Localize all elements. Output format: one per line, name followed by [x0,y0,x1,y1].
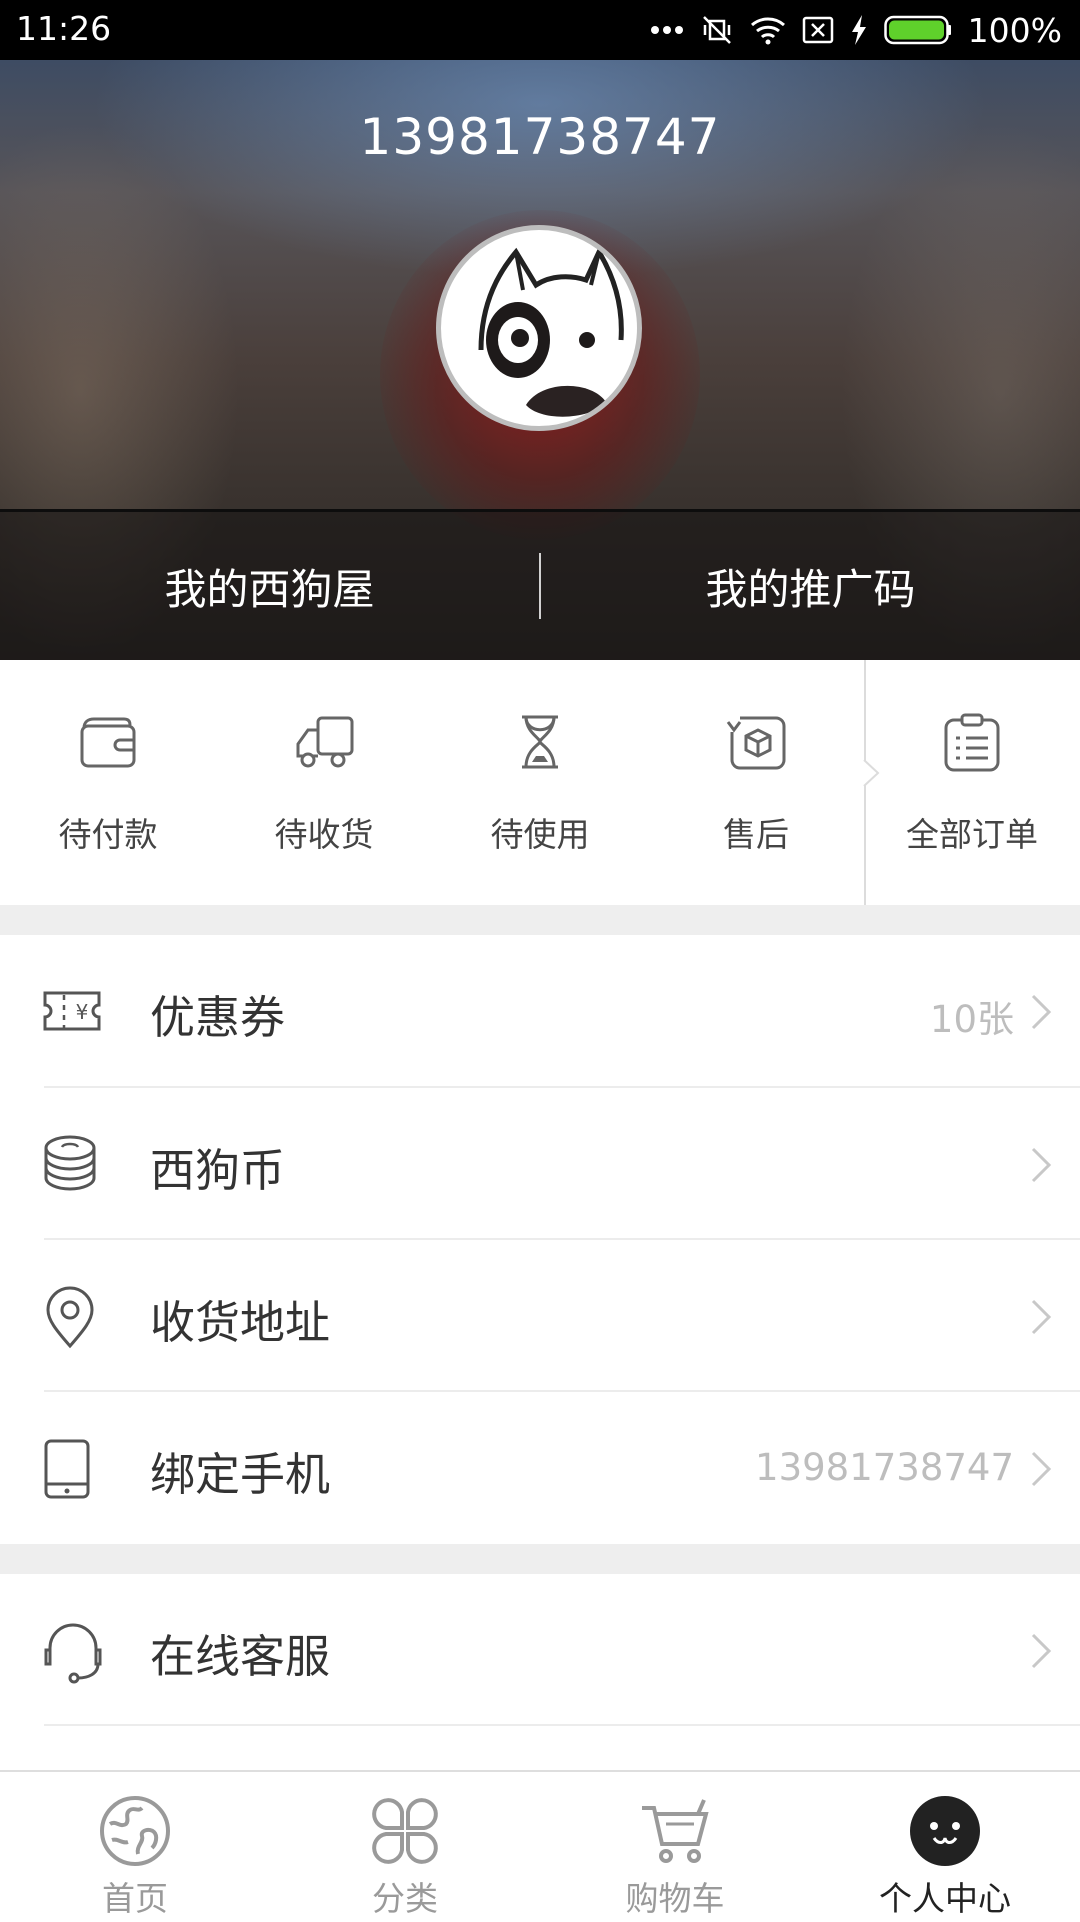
order-label: 售后 [723,815,789,854]
profile-face-icon [910,1796,980,1866]
return-box-icon [726,716,786,770]
chevron-right-icon [1031,1147,1052,1183]
order-pending-payment[interactable]: 待付款 [0,660,216,905]
mobile-phone-icon [44,1439,90,1499]
status-bar: 11:26 100% [0,0,1080,60]
bound-phone-number: 13981738747 [755,1446,1014,1489]
tab-cart[interactable]: 购物车 [540,1772,810,1922]
tab-label: 首页 [102,1879,168,1918]
order-after-sales[interactable]: 售后 [648,660,864,905]
tab-label: 个人中心 [879,1879,1011,1918]
row-divider [44,1724,1080,1726]
row-label: 在线客服 [150,1630,331,1683]
order-label: 全部订单 [906,815,1038,854]
hourglass-icon [522,715,558,769]
menu-row-address[interactable]: 收货地址 [0,1240,1080,1392]
status-time: 11:26 [16,9,112,48]
svg-text:¥: ¥ [76,1000,89,1024]
battery-percent: 100% [967,10,1062,50]
order-label: 待收货 [274,815,374,854]
charging-bolt-icon [851,15,866,45]
section-gap [0,905,1080,935]
globe-icon [100,1796,170,1866]
vibrate-mute-icon [702,16,731,44]
chevron-right-icon [1031,1299,1052,1335]
no-sim-icon [802,16,833,44]
orders-strip: 待付款 待收货 待使用 售后 全部订单 [0,660,1080,905]
user-phone-title: 13981738747 [359,108,721,166]
bottom-tab-bar: 首页 分类 购物车 个人中心 [0,1770,1080,1920]
coins-icon [44,1135,96,1191]
category-grid-icon [372,1798,438,1864]
row-label: 收货地址 [150,1296,331,1349]
order-list-icon [944,713,1000,772]
tab-label: 购物车 [625,1879,725,1918]
menu-row-bind-phone[interactable]: 绑定手机 13981738747 [0,1392,1080,1544]
chevron-right-icon [1031,1633,1052,1669]
row-label: 西狗币 [150,1144,286,1197]
battery-icon [883,15,951,45]
tab-home[interactable]: 首页 [0,1772,270,1922]
tab-category[interactable]: 分类 [270,1772,540,1922]
my-promo-code-link[interactable]: 我的推广码 [541,556,1080,617]
tab-label: 分类 [372,1879,438,1918]
my-doghouse-link[interactable]: 我的西狗屋 [0,556,539,617]
location-pin-icon [46,1286,94,1349]
chevron-right-icon [1031,1451,1052,1487]
avatar[interactable] [436,225,642,431]
more-dots-icon [650,26,683,34]
dog-avatar-icon [478,246,624,417]
order-all[interactable]: 全部订单 [864,660,1080,905]
tab-profile[interactable]: 个人中心 [810,1772,1080,1922]
wallet-icon [80,717,136,768]
chevron-right-icon [1031,994,1052,1030]
menu-row-coupons[interactable]: ¥ 优惠券 10张 [0,935,1080,1087]
order-label: 待付款 [58,815,158,854]
wifi-icon [750,17,785,45]
order-pending-receipt[interactable]: 待收货 [216,660,432,905]
headset-icon [44,1623,102,1684]
cart-icon [642,1799,709,1863]
coupon-icon: ¥ [43,991,101,1031]
coupon-count: 10张 [929,998,1014,1041]
row-label: 绑定手机 [150,1448,331,1501]
profile-header: 13981738747 我的西狗屋 我的推广码 [0,60,1080,660]
menu-row-coins[interactable]: 西狗币 [0,1088,1080,1240]
order-to-use[interactable]: 待使用 [432,660,648,905]
row-label: 优惠券 [150,991,286,1044]
truck-icon [296,716,354,768]
menu-row-customer-service[interactable]: 在线客服 [0,1574,1080,1726]
section-gap [0,1544,1080,1574]
header-links: 我的西狗屋 我的推广码 [0,512,1080,660]
status-icons: 100% [650,7,1062,53]
order-label: 待使用 [490,815,590,854]
